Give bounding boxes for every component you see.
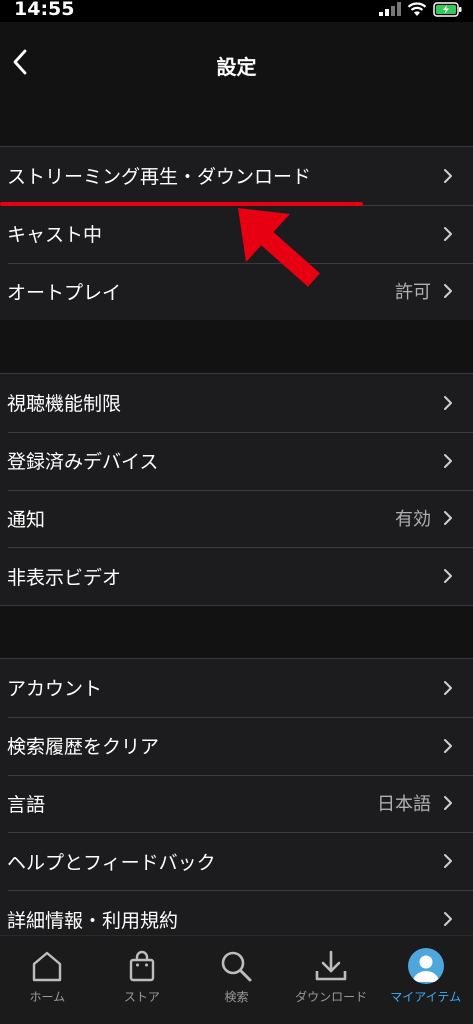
- row-label: 非表示ビデオ: [7, 566, 122, 589]
- row-label: アカウント: [7, 678, 103, 701]
- setting-row-streaming-download[interactable]: ストリーミング再生・ダウンロード: [0, 147, 473, 205]
- chevron-right-icon: [441, 451, 455, 471]
- chevron-right-icon: [441, 909, 455, 929]
- row-label: オートプレイ: [7, 281, 122, 304]
- avatar-icon: [407, 946, 444, 986]
- home-icon: [30, 946, 64, 986]
- setting-row-registered-devices[interactable]: 登録済みデバイス: [0, 431, 473, 490]
- chevron-right-icon: [441, 793, 455, 813]
- row-label: ストリーミング再生・ダウンロード: [7, 166, 312, 189]
- status-time: 14:55: [14, 0, 75, 20]
- setting-row-account[interactable]: アカウント: [0, 659, 473, 717]
- search-icon: [219, 946, 253, 986]
- download-icon: [314, 946, 348, 986]
- row-value: 有効: [395, 509, 431, 531]
- row-label: 言語: [7, 793, 46, 816]
- row-label: 視聴機能制限: [7, 393, 122, 416]
- chevron-right-icon: [441, 281, 455, 301]
- tab-my-items[interactable]: マイアイテム: [378, 936, 473, 1024]
- setting-row-language[interactable]: 言語 日本語: [0, 774, 473, 833]
- row-label: 通知: [7, 508, 46, 531]
- tab-label: マイアイテム: [390, 990, 462, 1004]
- annotation-arrow-icon: [238, 208, 320, 287]
- setting-row-clear-search-history[interactable]: 検索履歴をクリア: [0, 716, 473, 775]
- tab-search[interactable]: 検索: [189, 936, 284, 1024]
- chevron-right-icon: [441, 851, 455, 871]
- group-spacer: [0, 320, 473, 373]
- tab-store[interactable]: ストア: [95, 936, 190, 1024]
- chevron-right-icon: [441, 166, 455, 186]
- chevron-right-icon: [441, 393, 455, 413]
- row-label: 登録済みデバイス: [7, 451, 159, 474]
- row-label: ヘルプとフィードバック: [7, 851, 216, 874]
- setting-row-parental-controls[interactable]: 視聴機能制限: [0, 374, 473, 432]
- store-bag-icon: [125, 946, 159, 986]
- tab-bar: ホーム ストア 検索 ダウンロード マイアイテム: [0, 935, 473, 1024]
- cellular-signal-icon: [379, 2, 401, 16]
- setting-row-notifications[interactable]: 通知 有効: [0, 489, 473, 548]
- chevron-right-icon: [441, 224, 455, 244]
- row-label: 詳細情報・利用規約: [7, 909, 179, 932]
- tab-download[interactable]: ダウンロード: [284, 936, 379, 1024]
- setting-row-help-feedback[interactable]: ヘルプとフィードバック: [0, 832, 473, 890]
- tab-label: ダウンロード: [295, 990, 368, 1004]
- settings-group-account: アカウント 検索履歴をクリア 言語 日本語 ヘルプとフィードバック 詳細情報・利…: [0, 658, 473, 949]
- settings-screen: 14:55 設定 ストリーミング再生・ダウンロード キャスト中 オートプレイ 許…: [0, 0, 473, 1024]
- chevron-right-icon: [441, 736, 455, 756]
- row-label: 検索履歴をクリア: [7, 736, 160, 759]
- settings-group-restrictions: 視聴機能制限 登録済みデバイス 通知 有効 非表示ビデオ: [0, 373, 473, 607]
- group-spacer: [0, 606, 473, 658]
- setting-row-hidden-videos[interactable]: 非表示ビデオ: [0, 547, 473, 605]
- group-spacer: [0, 98, 473, 146]
- row-value: 許可: [395, 282, 431, 304]
- row-label: キャスト中: [7, 224, 103, 247]
- battery-charging-icon: [433, 1, 462, 17]
- tab-label: 検索: [224, 990, 249, 1004]
- status-bar: 14:55: [0, 0, 473, 22]
- chevron-right-icon: [441, 508, 455, 528]
- status-icons: [379, 0, 463, 18]
- tab-label: ストア: [123, 990, 160, 1004]
- chevron-right-icon: [441, 566, 455, 586]
- tab-label: ホーム: [29, 990, 66, 1004]
- nav-header: 設定: [0, 22, 473, 98]
- chevron-right-icon: [441, 678, 455, 698]
- page-title: 設定: [216, 55, 257, 79]
- row-value: 日本語: [377, 794, 431, 816]
- tab-home[interactable]: ホーム: [0, 936, 95, 1024]
- wifi-icon: [407, 1, 427, 16]
